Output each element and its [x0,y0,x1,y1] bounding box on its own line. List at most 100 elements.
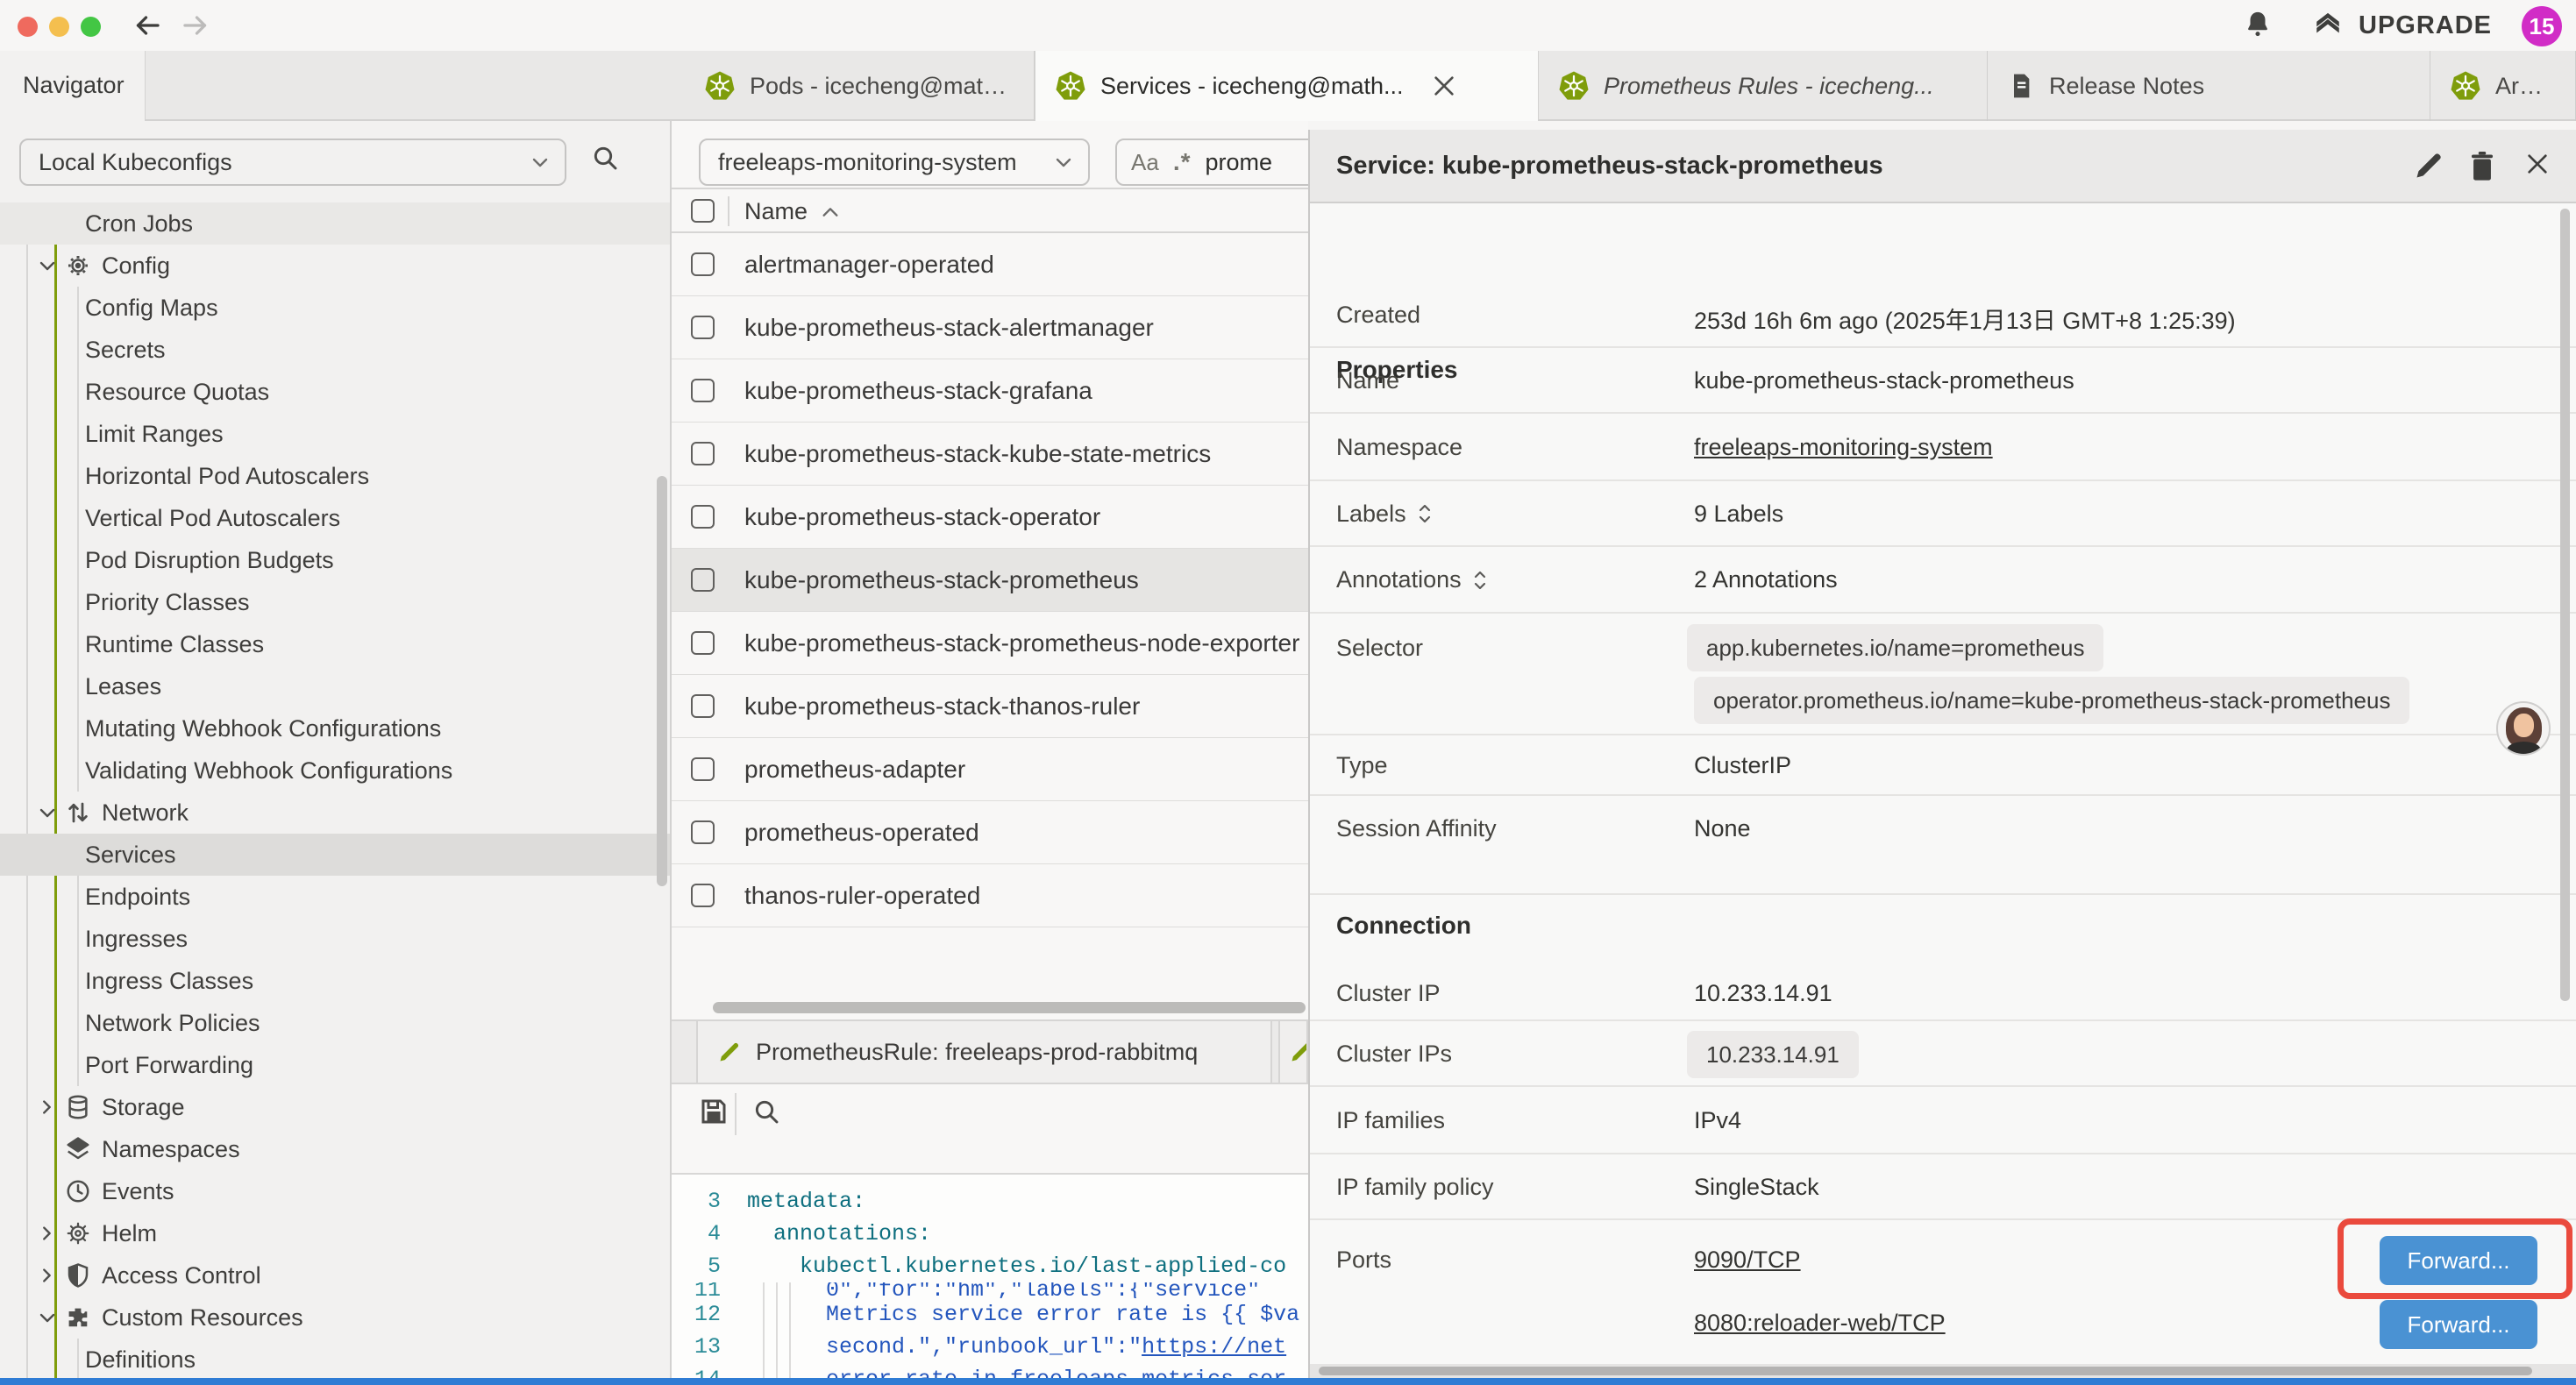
table-row[interactable]: kube-prometheus-stack-prometheus-node-ex… [672,612,1308,675]
table-row[interactable]: thanos-ruler-operated [672,864,1308,927]
document-icon [2007,71,2035,101]
sidebar-item-label: Ingresses [85,926,188,953]
row-checkbox[interactable] [691,631,715,655]
sidebar-item-access-control[interactable]: Access Control [0,1254,672,1296]
detail-vertical-scrollbar[interactable] [2560,209,2570,1001]
sidebar-item-resource-quotas[interactable]: Resource Quotas [0,371,672,413]
table-row[interactable]: prometheus-operated [672,801,1308,864]
sidebar-item-mutating-webhook-configurations[interactable]: Mutating Webhook Configurations [0,707,672,749]
editor-tab-partial[interactable] [1278,1021,1308,1083]
notification-badge[interactable]: 15 [2522,6,2562,46]
row-checkbox[interactable] [691,252,715,276]
tab-prometheus-rules-icecheng[interactable]: Prometheus Rules - icecheng... [1539,51,1988,121]
code-text: Metrics service error rate is {{ $va [747,1302,1299,1327]
tab-navigator[interactable]: Navigator [0,51,146,121]
match-case-toggle[interactable]: Aa [1131,149,1159,176]
table-row[interactable]: prometheus-adapter [672,738,1308,801]
sidebar-item-events[interactable]: Events [0,1170,672,1212]
name-column-header[interactable]: Name [744,189,808,233]
sidebar-item-ingresses[interactable]: Ingresses [0,918,672,960]
toolbar-divider [735,1093,737,1135]
sidebar-item-config-maps[interactable]: Config Maps [0,287,672,329]
tab-services-icecheng-math[interactable]: Services - icecheng@math... [1035,51,1539,121]
row-checkbox[interactable] [691,820,715,844]
editor-tab-prometheusrule[interactable]: PrometheusRule: freeleaps-prod-rabbitmq [696,1021,1272,1083]
edit-icon[interactable] [2413,150,2444,181]
delete-icon[interactable] [2467,150,2497,183]
sidebar-search-icon[interactable] [591,144,619,172]
bell-icon[interactable] [2243,10,2273,39]
upgrade-chevrons-icon[interactable] [2311,11,2345,40]
sidebar-item-config[interactable]: Config [0,245,672,287]
row-name: kube-prometheus-stack-alertmanager [744,296,1154,359]
table-row[interactable]: kube-prometheus-stack-kube-state-metrics [672,423,1308,486]
row-checkbox[interactable] [691,757,715,781]
table-row[interactable]: kube-prometheus-stack-operator [672,486,1308,549]
sidebar-item-limit-ranges[interactable]: Limit Ranges [0,413,672,455]
select-all-checkbox[interactable] [691,199,715,223]
sidebar-item-pod-disruption-budgets[interactable]: Pod Disruption Budgets [0,539,672,581]
sidebar-item-endpoints[interactable]: Endpoints [0,876,672,918]
row-checkbox[interactable] [691,694,715,718]
filter-input[interactable]: Aa .* prome [1115,138,1308,186]
regex-toggle[interactable]: .* [1173,148,1192,176]
close-tab-icon[interactable] [1430,72,1458,100]
sidebar-item-services[interactable]: Services [0,834,672,876]
table-row[interactable]: alertmanager-operated [672,233,1308,296]
table-row[interactable]: kube-prometheus-stack-alertmanager [672,296,1308,359]
table-row[interactable]: kube-prometheus-stack-prometheus [672,549,1308,612]
kubeconfig-selector[interactable]: Local Kubeconfigs [19,138,566,186]
sidebar-item-helm[interactable]: Helm [0,1212,672,1254]
table-row[interactable]: kube-prometheus-stack-grafana [672,359,1308,423]
sidebar-item-priority-classes[interactable]: Priority Classes [0,581,672,623]
namespace-link[interactable]: freeleaps-monitoring-system [1694,434,1993,461]
sidebar-item-runtime-classes[interactable]: Runtime Classes [0,623,672,665]
sidebar-item-port-forwarding[interactable]: Port Forwarding [0,1044,672,1086]
code-link[interactable]: https://net [1142,1334,1286,1360]
port-forward-button[interactable]: Forward... [2380,1300,2537,1349]
namespace-selector[interactable]: freeleaps-monitoring-system [699,138,1090,186]
sidebar-item-definitions[interactable]: Definitions [0,1339,672,1378]
tab-argo-se[interactable]: Argo Se [2430,51,2576,121]
sidebar-item-leases[interactable]: Leases [0,665,672,707]
upgrade-button[interactable]: UPGRADE [2359,0,2492,51]
sidebar-item-secrets[interactable]: Secrets [0,329,672,371]
sidebar-item-network[interactable]: Network [0,792,672,834]
sidebar-item-validating-webhook-configurations[interactable]: Validating Webhook Configurations [0,749,672,792]
sort-ascending-icon[interactable] [821,205,840,219]
close-window-button[interactable] [18,17,38,37]
sidebar-item-ingress-classes[interactable]: Ingress Classes [0,960,672,1002]
table-row[interactable]: kube-prometheus-stack-thanos-ruler [672,675,1308,738]
port-link[interactable]: 9090/TCP [1694,1246,1801,1274]
maximize-window-button[interactable] [81,17,101,37]
port-link[interactable]: 8080:reloader-web/TCP [1694,1310,1946,1337]
row-checkbox[interactable] [691,884,715,907]
sidebar-scrollbar[interactable] [657,476,667,886]
tab-pods-icecheng-mathmas[interactable]: Pods - icecheng@mathmas... [685,51,1035,121]
sidebar-item-horizontal-pod-autoscalers[interactable]: Horizontal Pod Autoscalers [0,455,672,497]
sidebar-item-custom-resources[interactable]: Custom Resources [0,1296,672,1339]
sidebar-item-network-policies[interactable]: Network Policies [0,1002,672,1044]
back-icon[interactable] [132,10,163,41]
row-checkbox[interactable] [691,568,715,592]
row-checkbox[interactable] [691,505,715,529]
forward-icon[interactable] [180,10,211,41]
table-horizontal-scrollbar[interactable] [713,1002,1306,1013]
sidebar-item-vertical-pod-autoscalers[interactable]: Vertical Pod Autoscalers [0,497,672,539]
yaml-editor[interactable]: 3metadata:4 annotations:5 kubectl.kubern… [672,1175,1308,1378]
avatar[interactable] [2496,701,2551,756]
editor-search-icon[interactable] [752,1097,780,1126]
sidebar-item-cron-jobs[interactable]: Cron Jobs [0,202,672,245]
tab-release-notes[interactable]: Release Notes [1988,51,2430,121]
row-checkbox[interactable] [691,316,715,339]
minimize-window-button[interactable] [49,17,69,37]
detail-horizontal-scrollbar[interactable] [1319,1367,2532,1375]
sidebar-item-label: Vertical Pod Autoscalers [85,505,340,532]
sidebar-item-namespaces[interactable]: Namespaces [0,1128,672,1170]
row-checkbox[interactable] [691,379,715,402]
close-icon[interactable] [2523,150,2551,178]
row-checkbox[interactable] [691,442,715,465]
save-icon[interactable] [698,1096,729,1127]
sidebar-item-storage[interactable]: Storage [0,1086,672,1128]
row-name: prometheus-adapter [744,738,965,800]
